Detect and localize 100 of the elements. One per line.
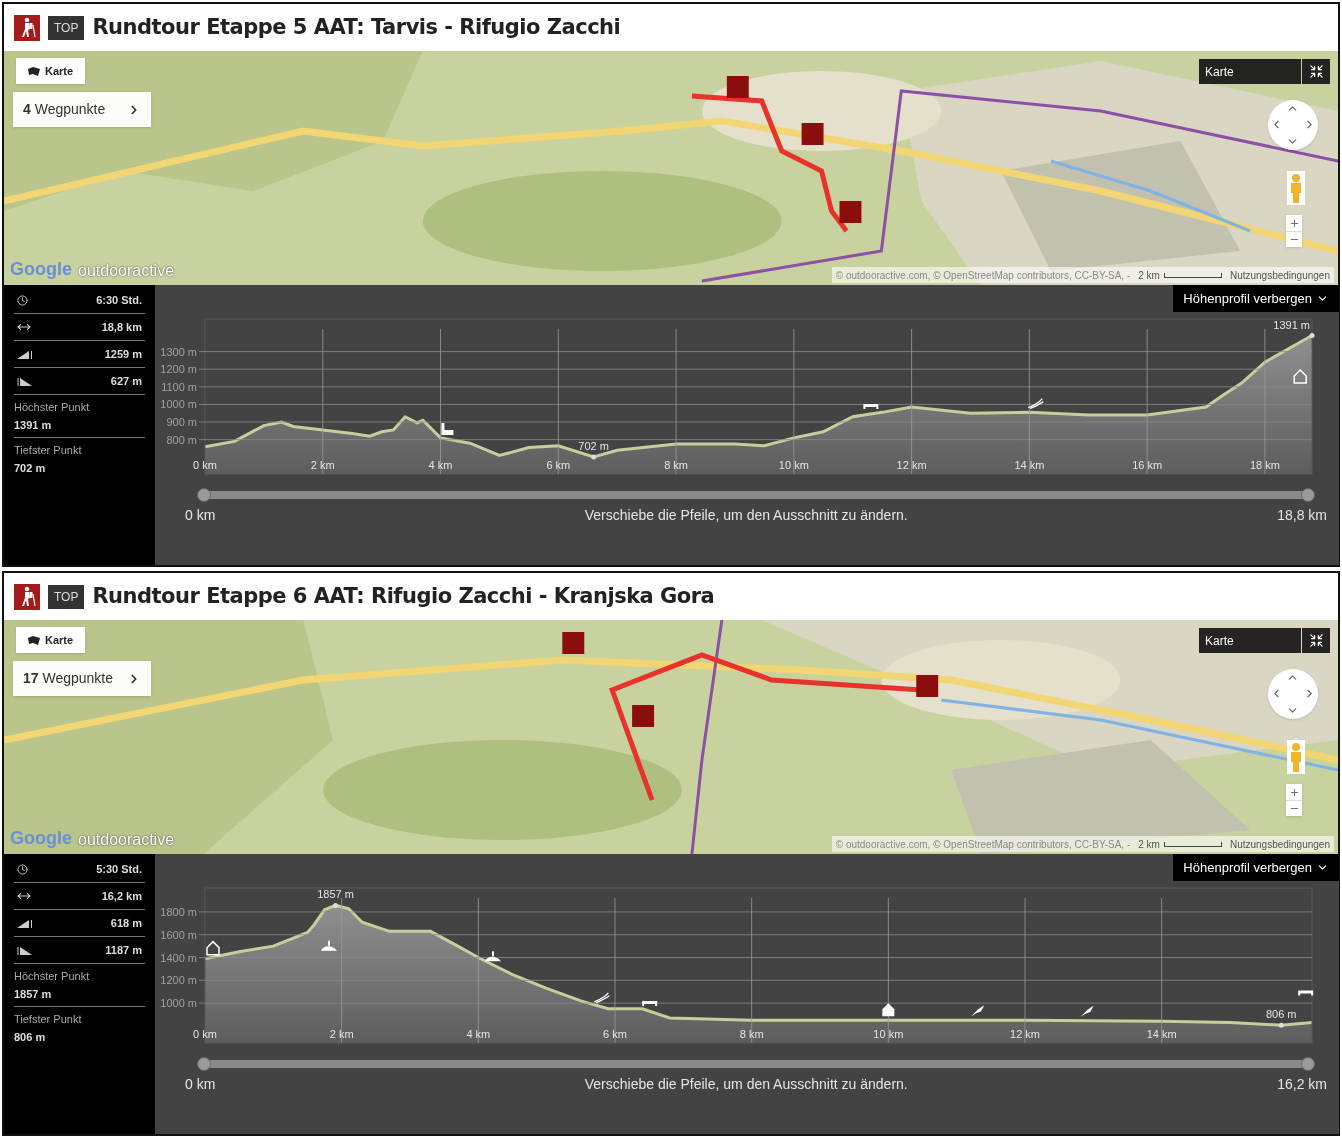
map-icon [28,66,40,76]
zoom-in-icon [1288,217,1300,229]
range-start: 0 km [185,1075,216,1094]
elevation-label: 1857 m [317,888,354,901]
point-marker [1309,333,1315,339]
fullscreen-button[interactable] [1302,628,1330,653]
slider-handle[interactable] [197,488,211,502]
descent-icon [17,376,33,386]
top-badge: TOP [48,584,85,609]
range-end: 18,8 km [1277,506,1327,525]
stat-value: 18,8 km [101,319,142,335]
axis-label: 0 km [193,459,217,471]
waterfall-icon [593,992,610,1004]
clock-icon [17,294,28,306]
layer-select[interactable]: Karte [1199,59,1301,84]
axis-label: 1300 m [160,345,197,358]
fullscreen-icon [1308,633,1324,648]
terms-link[interactable]: Nutzungsbedingungen [1229,836,1330,852]
extreme-label: Tiefster Punkt [14,443,83,458]
hiker-icon [14,14,40,41]
waypoints-button[interactable]: 4 Wegpunkte [13,92,151,127]
stat-value: 5:30 Std. [96,861,142,877]
point-marker [333,902,338,908]
hide-profile-button[interactable]: Höhenprofil verbergen [1173,285,1339,312]
stat-value: 16,2 km [101,888,142,904]
hut-icon [1293,369,1307,384]
axis-label: 10 km [778,459,809,471]
stat-value: 627 m [110,373,142,389]
axis-label: 6 km [603,1028,627,1040]
map-type-button[interactable]: Karte [16,58,86,84]
scale-label: 2 km [1138,268,1160,283]
axis-label: 2 km [329,1028,354,1040]
scale-bar [1163,841,1222,847]
extreme-value: 1857 m [14,987,53,1002]
summit-icon [485,951,501,962]
stat-value: 618 m [110,915,142,931]
elevation-label: 1391 m [1273,318,1310,331]
axis-label: 8 km [739,1028,764,1040]
slider-hint: Verschiebe die Pfeile, um den Ausschnitt zu ändern. [584,1075,908,1094]
stat-value: 6:30 Std. [96,292,142,308]
scale-bar [1163,272,1222,278]
axis-label: 1000 m [160,997,197,1010]
slider-handle[interactable] [1301,488,1315,502]
fullscreen-button[interactable] [1302,59,1330,84]
axis-label: 1600 m [160,928,197,941]
bed-icon [1298,990,1314,996]
waterfall-icon [1027,397,1044,410]
point-marker [591,454,597,460]
range-slider[interactable] [197,488,1315,502]
axis-label: 14 km [1146,1028,1177,1040]
extreme-value: 702 m [14,461,47,476]
fullscreen-icon [1308,64,1324,79]
map-icon [28,635,40,645]
range-end: 16,2 km [1277,1075,1327,1094]
axis-label: 12 km [1010,1028,1040,1040]
axis-label: 1200 m [160,974,197,987]
axis-label: 1400 m [160,951,197,964]
slider-hint: Verschiebe die Pfeile, um den Ausschnitt zu ändern. [584,506,908,525]
axis-label: 4 km [466,1028,491,1040]
range-slider[interactable] [197,1057,1315,1071]
scale-label: 2 km [1138,837,1160,852]
axis-label: 1200 m [160,363,197,376]
extreme-value: 806 m [14,1030,47,1045]
axis-label: 800 m [166,433,197,446]
slider-handle[interactable] [1301,1057,1315,1071]
extreme-value: 1391 m [14,418,53,433]
brand-logo: outdooractive [78,261,175,281]
google-logo: Google [10,827,72,850]
hut-icon [882,1003,895,1017]
waypoints-button[interactable]: 17 Wegpunkte [13,661,151,696]
axis-label: 18 km [1249,459,1280,471]
bed-icon [863,404,879,410]
elevation-label: 806 m [1265,1008,1297,1021]
axis-label: 900 m [166,416,197,429]
summit-icon [321,940,337,951]
axis-label: 10 km [873,1028,904,1040]
extreme-label: Höchster Punkt [14,400,91,415]
descent-icon [17,945,33,955]
tour-title: Rundtour Etappe 6 AAT: Rifugio Zacchi - Kranjska Gora [92,582,715,610]
axis-label: 14 km [1014,459,1045,471]
range-start: 0 km [185,506,216,525]
extreme-label: Höchster Punkt [14,969,91,984]
axis-label: 6 km [546,459,571,471]
axis-label: 2 km [310,459,335,471]
hiker-icon [14,583,40,610]
point-marker [1278,1022,1284,1028]
google-logo: Google [10,258,72,281]
clock-icon [17,863,28,875]
map-type-button[interactable]: Karte [16,627,86,653]
axis-label: 4 km [428,459,453,471]
slider-handle[interactable] [197,1057,211,1071]
terms-link[interactable]: Nutzungsbedingungen [1229,267,1330,283]
axis-label: 12 km [896,459,927,471]
axis-label: 1000 m [160,398,197,411]
hut-icon [206,940,220,956]
layer-select[interactable]: Karte [1199,628,1301,653]
axis-label: 16 km [1132,459,1163,471]
axis-label: 0 km [193,1028,217,1040]
hide-profile-button[interactable]: Höhenprofil verbergen [1173,854,1339,881]
attribution-text: © outdooractive.com, © OpenStreetMap contributors, CC-BY-SA, - [835,268,1131,283]
